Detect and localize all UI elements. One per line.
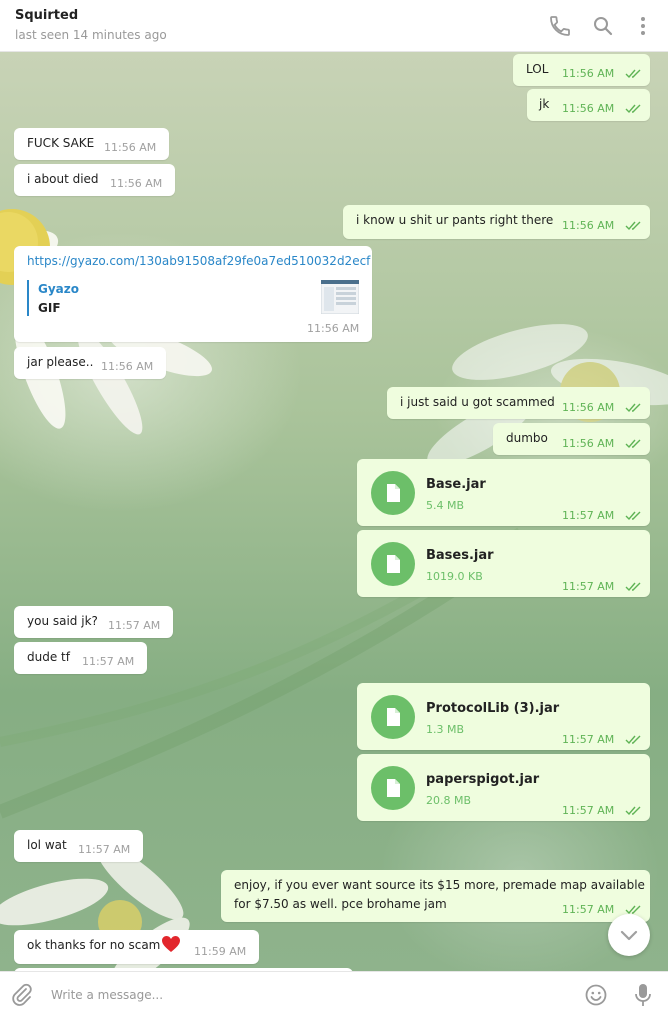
message-outgoing-file[interactable]: Bases.jar 1019.0 KB 11:57 AM xyxy=(357,530,650,597)
emoji-icon[interactable] xyxy=(584,983,608,1007)
read-check-icon xyxy=(625,403,641,413)
message-time: 11:56 AM xyxy=(562,437,615,450)
message-incoming-link[interactable]: https://gyazo.com/130ab91508af29fe0a7ed5… xyxy=(14,246,372,342)
message-text: ok thanks for no scam xyxy=(27,938,161,952)
message-time: 11:56 AM xyxy=(307,322,360,335)
heart-emoji-icon xyxy=(162,936,180,952)
search-icon[interactable] xyxy=(591,14,615,38)
file-name: Base.jar xyxy=(426,477,486,492)
read-check-icon xyxy=(625,735,641,745)
download-file-button[interactable] xyxy=(371,695,415,739)
file-name: ProtocolLib (3).jar xyxy=(426,701,560,716)
message-time: 11:57 AM xyxy=(562,903,615,916)
link-preview-thumbnail[interactable] xyxy=(321,280,359,314)
message-incoming[interactable]: lol wat 11:57 AM xyxy=(14,830,143,862)
message-outgoing-file[interactable]: Base.jar 5.4 MB 11:57 AM xyxy=(357,459,650,526)
message-text: i know u shit ur pants right there xyxy=(356,213,554,227)
file-name: Bases.jar xyxy=(426,548,494,563)
file-icon xyxy=(387,555,400,573)
read-check-icon xyxy=(625,221,641,231)
download-file-button[interactable] xyxy=(371,766,415,810)
contact-status: last seen 14 minutes ago xyxy=(15,28,167,42)
message-time: 11:59 AM xyxy=(194,945,247,958)
message-time: 11:56 AM xyxy=(562,67,615,80)
message-outgoing-file[interactable]: paperspigot.jar 20.8 MB 11:57 AM xyxy=(357,754,650,821)
message-composer: Write a message... xyxy=(0,971,668,1017)
file-icon xyxy=(387,708,400,726)
message-incoming[interactable]: ok thanks for no scam 11:59 AM xyxy=(14,930,259,964)
read-check-icon xyxy=(625,511,641,521)
message-time: 11:57 AM xyxy=(562,509,615,522)
message-text: LOL xyxy=(526,62,549,76)
link-preview-bar xyxy=(27,280,29,316)
message-text-line-1: enjoy, if you ever want source its $15 m… xyxy=(234,878,645,892)
message-text: you said jk? xyxy=(27,614,98,628)
message-outgoing[interactable]: i know u shit ur pants right there 11:56… xyxy=(343,205,650,239)
read-check-icon xyxy=(625,104,641,114)
message-outgoing[interactable]: jk 11:56 AM xyxy=(527,89,650,121)
message-text: i about died xyxy=(27,172,99,186)
message-outgoing[interactable]: LOL 11:56 AM xyxy=(513,54,650,86)
message-text: jk xyxy=(539,97,550,111)
file-size: 20.8 MB xyxy=(426,794,472,807)
message-time: 11:56 AM xyxy=(104,141,157,154)
microphone-icon[interactable] xyxy=(631,982,655,1008)
download-file-button[interactable] xyxy=(371,471,415,515)
message-incoming[interactable]: you said jk? 11:57 AM xyxy=(14,606,173,638)
attach-icon[interactable] xyxy=(10,983,34,1007)
contact-name[interactable]: Squirted xyxy=(15,8,78,23)
message-incoming[interactable]: FUCK SAKE 11:56 AM xyxy=(14,128,169,160)
message-time: 11:56 AM xyxy=(562,401,615,414)
read-check-icon xyxy=(625,69,641,79)
message-text: dude tf xyxy=(27,650,70,664)
message-outgoing[interactable]: enjoy, if you ever want source its $15 m… xyxy=(221,870,650,922)
link-preview-title: GIF xyxy=(38,301,61,315)
message-text: lol wat xyxy=(27,838,67,852)
file-name: paperspigot.jar xyxy=(426,772,540,787)
file-size: 5.4 MB xyxy=(426,499,465,512)
message-time: 11:57 AM xyxy=(82,655,135,668)
file-icon xyxy=(387,779,400,797)
message-input[interactable]: Write a message... xyxy=(51,988,163,1002)
more-vertical-icon[interactable] xyxy=(631,14,655,38)
message-time: 11:57 AM xyxy=(562,804,615,817)
message-time: 11:57 AM xyxy=(562,580,615,593)
file-icon xyxy=(387,484,400,502)
download-file-button[interactable] xyxy=(371,542,415,586)
scroll-to-bottom-button[interactable] xyxy=(608,914,650,956)
read-check-icon xyxy=(625,439,641,449)
message-incoming[interactable]: dude tf 11:57 AM xyxy=(14,642,147,674)
message-time: 11:56 AM xyxy=(562,219,615,232)
message-link[interactable]: https://gyazo.com/130ab91508af29fe0a7ed5… xyxy=(27,254,370,268)
message-text: dumbo xyxy=(506,431,548,445)
message-outgoing[interactable]: dumbo 11:56 AM xyxy=(493,423,650,455)
message-incoming[interactable]: jar please.. 11:56 AM xyxy=(14,347,166,379)
phone-icon[interactable] xyxy=(548,14,572,38)
message-list[interactable]: LOL 11:56 AM jk 11:56 AM FUCK SAKE 11:56… xyxy=(0,52,668,971)
message-text: jar please.. xyxy=(27,355,94,369)
message-time: 11:56 AM xyxy=(562,102,615,115)
read-check-icon xyxy=(625,806,641,816)
message-time: 11:57 AM xyxy=(78,843,131,856)
message-time: 11:56 AM xyxy=(101,360,154,373)
chat-header: Squirted last seen 14 minutes ago xyxy=(0,0,668,52)
message-text-line-2: for $7.50 as well. pce brohame jam xyxy=(234,897,447,911)
message-time: 11:57 AM xyxy=(562,733,615,746)
read-check-icon xyxy=(625,582,641,592)
message-text: i just said u got scammed xyxy=(400,395,555,409)
chevron-down-icon xyxy=(620,930,638,941)
message-incoming[interactable]: i about died 11:56 AM xyxy=(14,164,175,196)
message-time: 11:57 AM xyxy=(108,619,161,632)
link-preview-site: Gyazo xyxy=(38,282,79,296)
message-outgoing-file[interactable]: ProtocolLib (3).jar 1.3 MB 11:57 AM xyxy=(357,683,650,750)
message-text: FUCK SAKE xyxy=(27,136,95,150)
message-outgoing[interactable]: i just said u got scammed 11:56 AM xyxy=(387,387,650,419)
file-size: 1019.0 KB xyxy=(426,570,483,583)
file-size: 1.3 MB xyxy=(426,723,465,736)
message-time: 11:56 AM xyxy=(110,177,163,190)
